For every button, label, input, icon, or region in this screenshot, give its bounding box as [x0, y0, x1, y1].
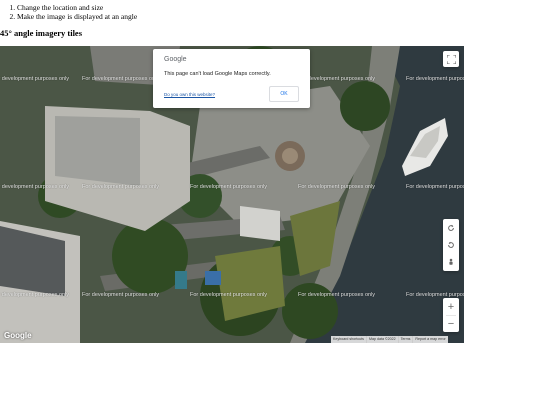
zoom-controls: + − — [443, 298, 459, 332]
zoom-out-button[interactable]: − — [448, 316, 454, 332]
map-data-text: Map data ©2022 — [365, 336, 398, 343]
rotation-controls — [443, 219, 459, 271]
watermark-text: For development purposes only — [190, 292, 268, 298]
rotate-counterclockwise-icon[interactable] — [447, 241, 455, 249]
watermark-text: For development purposes only — [0, 184, 70, 190]
error-dialog: Google This page can't load Google Maps … — [153, 49, 310, 108]
fullscreen-button[interactable] — [443, 51, 459, 67]
attribution-bar: Keyboard shortcuts Map data ©2022 Terms … — [331, 336, 448, 343]
watermark-text: For development purposes only — [298, 184, 376, 190]
dialog-message: This page can't load Google Maps correct… — [164, 71, 271, 77]
ok-button[interactable]: OK — [269, 86, 299, 102]
dialog-google-logo: Google — [164, 56, 187, 63]
rotate-clockwise-icon[interactable] — [447, 224, 455, 232]
section-title: 45° angle imagery tiles — [0, 28, 83, 38]
watermark-text: For development purposes only — [406, 76, 464, 82]
own-website-link[interactable]: Do you own this website? — [164, 92, 215, 97]
watermark-text: For development purposes only — [0, 76, 70, 82]
watermark-text: For development purposes only — [406, 184, 464, 190]
keyboard-shortcuts-link[interactable]: Keyboard shortcuts — [331, 336, 366, 343]
street-view-pegman-icon[interactable] — [447, 258, 455, 266]
fullscreen-icon — [446, 54, 456, 64]
watermark-text: For development purposes only — [0, 292, 70, 298]
watermark-text: For development purposes only — [190, 184, 268, 190]
terms-link[interactable]: Terms — [397, 336, 413, 343]
zoom-in-button[interactable]: + — [448, 299, 454, 315]
watermark-text: For development purposes only — [82, 292, 160, 298]
google-logo: Google — [4, 331, 32, 340]
instruction-step: Make the image is displayed at an angle — [17, 12, 137, 22]
watermark-text: For development purposes only — [298, 292, 376, 298]
instructions-list: Change the location and size Make the im… — [0, 3, 137, 22]
watermark-text: For development purposes only — [82, 76, 160, 82]
watermark-text: For development purposes only — [82, 184, 160, 190]
report-error-link[interactable]: Report a map error — [412, 336, 448, 343]
